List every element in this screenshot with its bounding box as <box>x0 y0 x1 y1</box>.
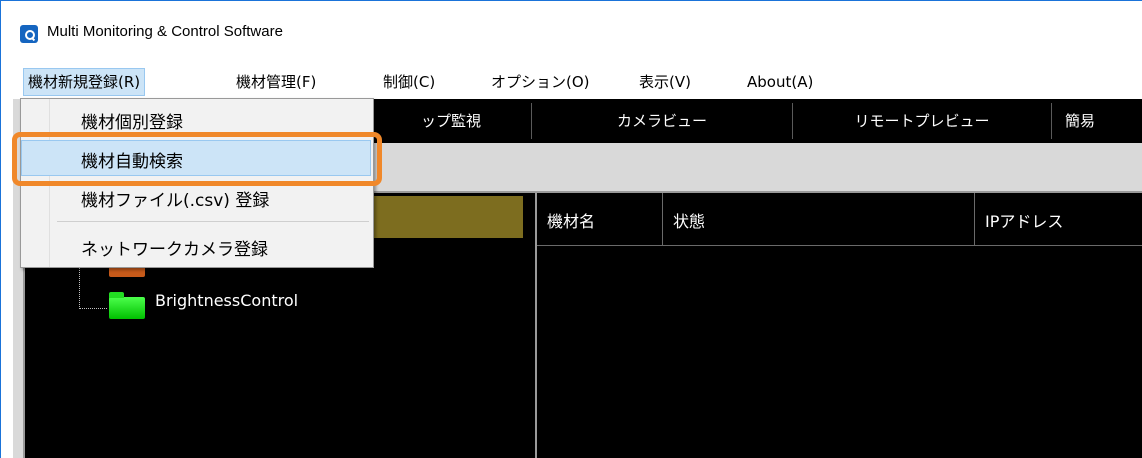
tab-remote-preview[interactable]: リモートプレビュー <box>793 99 1051 143</box>
column-header-status[interactable]: 状態 <box>663 193 975 245</box>
menu-about[interactable]: About(A) <box>743 69 817 95</box>
menu-options[interactable]: オプション(O) <box>487 69 594 95</box>
tab-simple[interactable]: 簡易 <box>1065 99 1142 143</box>
tab-separator <box>1051 103 1052 139</box>
menu-item-individual-registration[interactable]: 機材個別登録 <box>81 108 183 133</box>
column-header-device-name[interactable]: 機材名 <box>537 193 663 245</box>
menu-bar: 機材新規登録(R) 機材管理(F) 制御(C) オプション(O) 表示(V) A… <box>1 65 1142 100</box>
folder-icon <box>109 292 145 319</box>
title-bar: Multi Monitoring & Control Software <box>1 1 1142 65</box>
app-logo-icon <box>20 25 38 43</box>
tree-connector-line <box>79 308 107 309</box>
tree-selected-node[interactable] <box>371 196 523 238</box>
tab-camera-view[interactable]: カメラビュー <box>532 99 792 143</box>
menu-item-network-camera-registration[interactable]: ネットワークカメラ登録 <box>81 235 268 260</box>
menu-device-registration[interactable]: 機材新規登録(R) <box>23 68 146 96</box>
folder-icon <box>109 267 145 277</box>
toolbar-area <box>371 143 1142 191</box>
menu-view[interactable]: 表示(V) <box>635 69 695 95</box>
window-title: Multi Monitoring & Control Software <box>47 23 283 40</box>
menu-separator <box>57 221 369 222</box>
view-tab-bar: ップ監視 カメラビュー リモートプレビュー 簡易 <box>371 99 1142 143</box>
highlight-callout <box>12 132 382 186</box>
app-window: Multi Monitoring & Control Software 機材新規… <box>0 0 1142 458</box>
tab-map-monitoring[interactable]: ップ監視 <box>371 99 531 143</box>
device-list-header: 機材名 状態 IPアドレス <box>537 193 1142 246</box>
tree-node-label[interactable]: BrightnessControl <box>155 291 298 310</box>
menu-control[interactable]: 制御(C) <box>379 69 439 95</box>
column-header-ip-address[interactable]: IPアドレス <box>975 193 1142 245</box>
menu-item-csv-registration[interactable]: 機材ファイル(.csv) 登録 <box>81 186 269 211</box>
menu-device-management[interactable]: 機材管理(F) <box>232 69 320 95</box>
